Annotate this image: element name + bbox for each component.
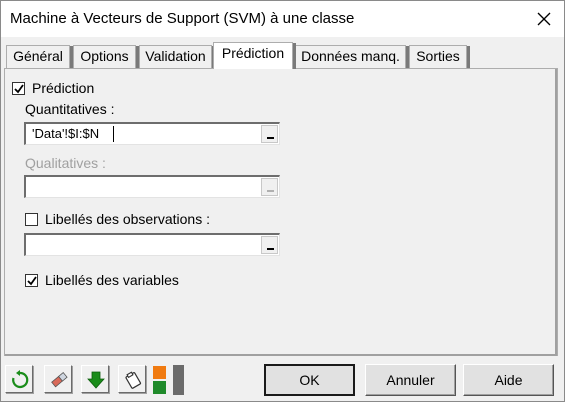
checkmark-icon bbox=[27, 276, 37, 286]
dialog-window: Machine à Vecteurs de Support (SVM) à un… bbox=[0, 0, 565, 402]
prediction-label: Prédiction bbox=[32, 80, 95, 96]
var-labels-checkbox[interactable] bbox=[25, 274, 38, 287]
tab-strip: Général Options Validation Prédiction Do… bbox=[1, 42, 564, 69]
qualitatives-field[interactable] bbox=[24, 175, 280, 198]
cancel-button[interactable]: Annuler bbox=[365, 364, 456, 396]
tab-label: Sorties bbox=[416, 48, 460, 64]
help-button[interactable]: Aide bbox=[463, 364, 554, 396]
obs-labels-select-button[interactable] bbox=[261, 236, 278, 254]
move-down-button[interactable] bbox=[81, 365, 109, 393]
color-squares-icon[interactable] bbox=[151, 365, 169, 395]
quantitatives-field[interactable]: 'Data'!$I:$N bbox=[24, 122, 280, 145]
bottom-toolbar: OK Annuler Aide bbox=[1, 357, 564, 401]
tab-prediction[interactable]: Prédiction bbox=[213, 42, 296, 69]
close-button[interactable] bbox=[534, 9, 554, 29]
text-caret bbox=[113, 126, 114, 142]
reset-button[interactable] bbox=[5, 365, 33, 393]
ok-button[interactable]: OK bbox=[264, 364, 355, 396]
tab-label: Prédiction bbox=[221, 45, 285, 61]
tab-missing-data[interactable]: Données manq. bbox=[295, 45, 409, 68]
down-arrow-icon bbox=[87, 371, 105, 389]
clipboard-button[interactable] bbox=[118, 365, 146, 393]
checkmark-icon bbox=[14, 84, 24, 94]
clipboard-icon bbox=[125, 371, 142, 389]
title-bar: Machine à Vecteurs de Support (SVM) à un… bbox=[1, 1, 564, 37]
tab-label: Validation bbox=[145, 48, 206, 64]
green-square bbox=[153, 381, 166, 394]
qualitatives-label: Qualitatives : bbox=[25, 155, 106, 171]
prediction-checkbox[interactable] bbox=[12, 82, 25, 95]
clear-button[interactable] bbox=[44, 365, 72, 393]
tab-divider bbox=[467, 46, 470, 68]
obs-labels-field[interactable] bbox=[24, 233, 280, 256]
obs-labels-checkbox[interactable] bbox=[25, 213, 38, 226]
close-icon bbox=[537, 12, 551, 26]
obs-labels-label: Libellés des observations : bbox=[45, 211, 210, 227]
quantitatives-label: Quantitatives : bbox=[25, 101, 115, 117]
tab-divider bbox=[293, 43, 296, 69]
tab-label: Général bbox=[13, 48, 63, 64]
gray-bar bbox=[173, 365, 184, 395]
eraser-icon bbox=[51, 371, 68, 388]
reset-icon bbox=[12, 370, 29, 389]
orange-square bbox=[153, 366, 166, 379]
tab-validation[interactable]: Validation bbox=[139, 45, 215, 68]
tab-general[interactable]: Général bbox=[6, 45, 73, 68]
prediction-panel: Prédiction Quantitatives : 'Data'!$I:$N … bbox=[4, 68, 558, 356]
var-labels-label: Libellés des variables bbox=[45, 272, 179, 288]
tab-label: Options bbox=[80, 48, 129, 64]
quantitatives-value: 'Data'!$I:$N bbox=[32, 126, 100, 141]
tab-options[interactable]: Options bbox=[73, 45, 139, 68]
quantitatives-select-button[interactable] bbox=[261, 125, 278, 143]
window-title: Machine à Vecteurs de Support (SVM) à un… bbox=[10, 10, 355, 27]
qualitatives-select-button[interactable] bbox=[261, 178, 278, 196]
tab-label: Données manq. bbox=[301, 48, 400, 64]
tab-outputs[interactable]: Sorties bbox=[409, 45, 470, 68]
